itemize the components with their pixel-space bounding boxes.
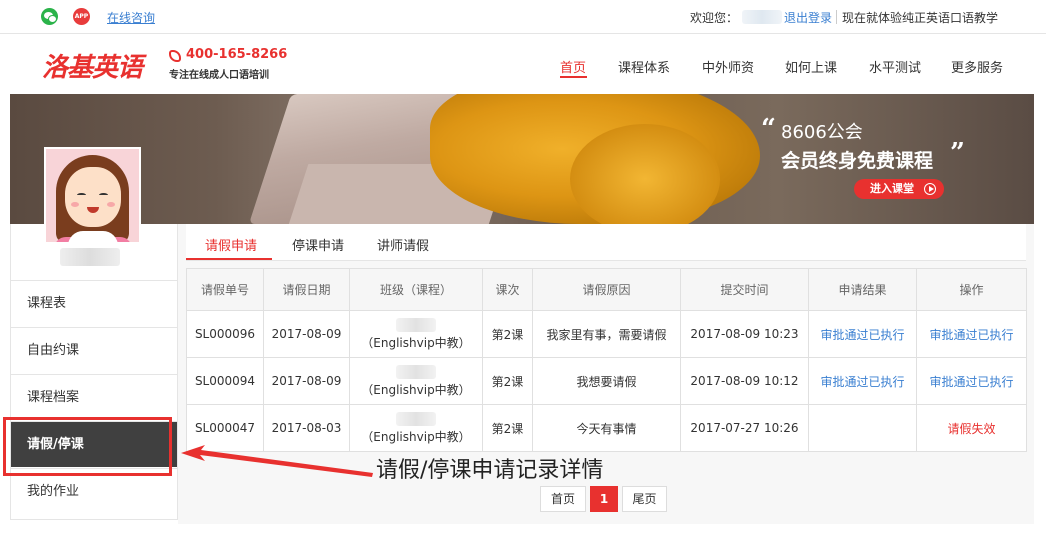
leave-id: SL000096: [186, 310, 264, 358]
submit-time: 2017-07-27 10:26: [680, 404, 809, 452]
avatar-face: [65, 167, 121, 227]
top-slogan: 现在就体验纯正英语口语教学: [842, 11, 999, 25]
promo-banner: “ 8606公会 会员终身免费课程 ” 进入课堂: [10, 94, 1034, 224]
top-divider: [836, 10, 837, 24]
hotline-subtitle: 专注在线成人口语培训: [169, 70, 269, 81]
apply-result: [808, 404, 917, 452]
nav-level-test[interactable]: 水平测试: [869, 57, 921, 76]
leave-date: 2017-08-09: [263, 310, 350, 358]
leave-reason: 今天有事情: [532, 404, 681, 452]
nav-teachers[interactable]: 中外师资: [702, 57, 754, 76]
tab-bar: 请假申请 停课申请 讲师请假: [186, 224, 1026, 261]
nav-active-indicator: [560, 76, 587, 78]
app-icon[interactable]: APP: [73, 8, 90, 25]
annotation-text: 请假/停课申请记录详情: [376, 458, 604, 483]
nav-courses[interactable]: 课程体系: [618, 57, 670, 76]
banner-line-1: 8606公会: [781, 122, 863, 143]
enter-classroom-button[interactable]: 进入课堂: [854, 179, 944, 199]
sidebar-item-label: 自由约课: [27, 343, 80, 358]
logout-link[interactable]: 退出登录: [784, 9, 832, 26]
online-consult-link[interactable]: 在线咨询: [107, 9, 155, 26]
table-row: SL000096 2017-08-09 （Englishvip中教） 第2课 我…: [186, 310, 1027, 358]
sidebar-item-free-booking[interactable]: 自由约课: [11, 327, 177, 373]
lesson-number: 第2课: [482, 404, 533, 452]
lesson-number: 第2课: [482, 357, 533, 405]
username-blurred: [742, 10, 782, 24]
user-name-blurred: [60, 248, 120, 266]
pagination-current[interactable]: 1: [590, 486, 618, 512]
top-bar: APP 在线咨询 欢迎您： 退出登录 现在就体验纯正英语口语教学: [0, 0, 1046, 34]
avatar-collar: [68, 231, 118, 242]
enter-classroom-label: 进入课堂: [870, 182, 914, 195]
class-course: （Englishvip中教）: [361, 335, 471, 350]
avatar-eye: [99, 193, 108, 197]
sidebar-item-schedule[interactable]: 课程表: [11, 280, 177, 326]
column-header: 提交时间: [680, 268, 809, 311]
class-name-blurred: [396, 364, 436, 379]
annotation-highlight-box: [3, 417, 172, 476]
pagination-first[interactable]: 首页: [540, 486, 586, 512]
avatar[interactable]: [44, 147, 141, 244]
operation-link[interactable]: 审批通过已执行: [916, 357, 1027, 405]
pagination-last[interactable]: 尾页: [622, 486, 667, 512]
leave-id: SL000094: [186, 357, 264, 405]
sidebar-item-label: 课程表: [27, 296, 67, 311]
operation-link[interactable]: 审批通过已执行: [916, 310, 1027, 358]
site-logo[interactable]: 洛基英语: [42, 47, 143, 84]
column-header: 请假原因: [532, 268, 681, 311]
leave-records-table: 请假单号 请假日期 班级（课程） 课次 请假原因 提交时间 申请结果 操作 SL…: [186, 268, 1027, 452]
column-header: 班级（课程）: [349, 268, 483, 311]
tab-suspend-request[interactable]: 停课申请: [292, 235, 344, 254]
submit-time: 2017-08-09 10:23: [680, 310, 809, 358]
submit-time: 2017-08-09 10:12: [680, 357, 809, 405]
column-header: 请假单号: [186, 268, 264, 311]
banner-sweater-image-2: [570, 124, 720, 224]
nav-home[interactable]: 首页: [560, 57, 586, 76]
quote-close: ”: [950, 138, 965, 168]
class-name-blurred: [396, 317, 436, 332]
avatar-blush: [71, 202, 79, 207]
leave-date: 2017-08-09: [263, 357, 350, 405]
sidebar-item-course-archive[interactable]: 课程档案: [11, 374, 177, 420]
operation-status: 请假失效: [916, 404, 1027, 452]
sidebar-item-label: 课程档案: [27, 390, 80, 405]
apply-result[interactable]: 审批通过已执行: [808, 310, 917, 358]
tab-teacher-leave[interactable]: 讲师请假: [377, 235, 429, 254]
table-header-row: 请假单号 请假日期 班级（课程） 课次 请假原因 提交时间 申请结果 操作: [186, 268, 1027, 311]
quote-open: “: [761, 114, 776, 144]
welcome-text: 欢迎您：: [690, 11, 739, 25]
column-header: 操作: [916, 268, 1027, 311]
annotation-arrow-icon: [181, 445, 373, 477]
class-cell: （Englishvip中教）: [349, 357, 483, 405]
table-row: SL000094 2017-08-09 （Englishvip中教） 第2课 我…: [186, 357, 1027, 405]
nav-how-to-study[interactable]: 如何上课: [785, 57, 837, 76]
class-cell: （Englishvip中教）: [349, 310, 483, 358]
wechat-icon[interactable]: [41, 8, 58, 25]
avatar-blush: [107, 202, 115, 207]
nav-more-services[interactable]: 更多服务: [951, 57, 1003, 76]
lesson-number: 第2课: [482, 310, 533, 358]
apply-result[interactable]: 审批通过已执行: [808, 357, 917, 405]
column-header: 课次: [482, 268, 533, 311]
column-header: 请假日期: [263, 268, 350, 311]
play-icon: [924, 183, 936, 195]
column-header: 申请结果: [808, 268, 917, 311]
leave-reason: 我想要请假: [532, 357, 681, 405]
phone-icon: [169, 50, 181, 62]
class-course: （Englishvip中教）: [361, 382, 471, 397]
banner-line-2: 会员终身免费课程: [781, 150, 934, 172]
sidebar-item-label: 我的作业: [27, 484, 80, 499]
avatar-eye: [77, 193, 86, 197]
class-name-blurred: [396, 411, 436, 426]
tab-active-indicator: [186, 258, 272, 260]
hotline-number: 400-165-8266: [186, 47, 288, 62]
tab-leave-request[interactable]: 请假申请: [205, 235, 257, 254]
leave-reason: 我家里有事，需要请假: [532, 310, 681, 358]
